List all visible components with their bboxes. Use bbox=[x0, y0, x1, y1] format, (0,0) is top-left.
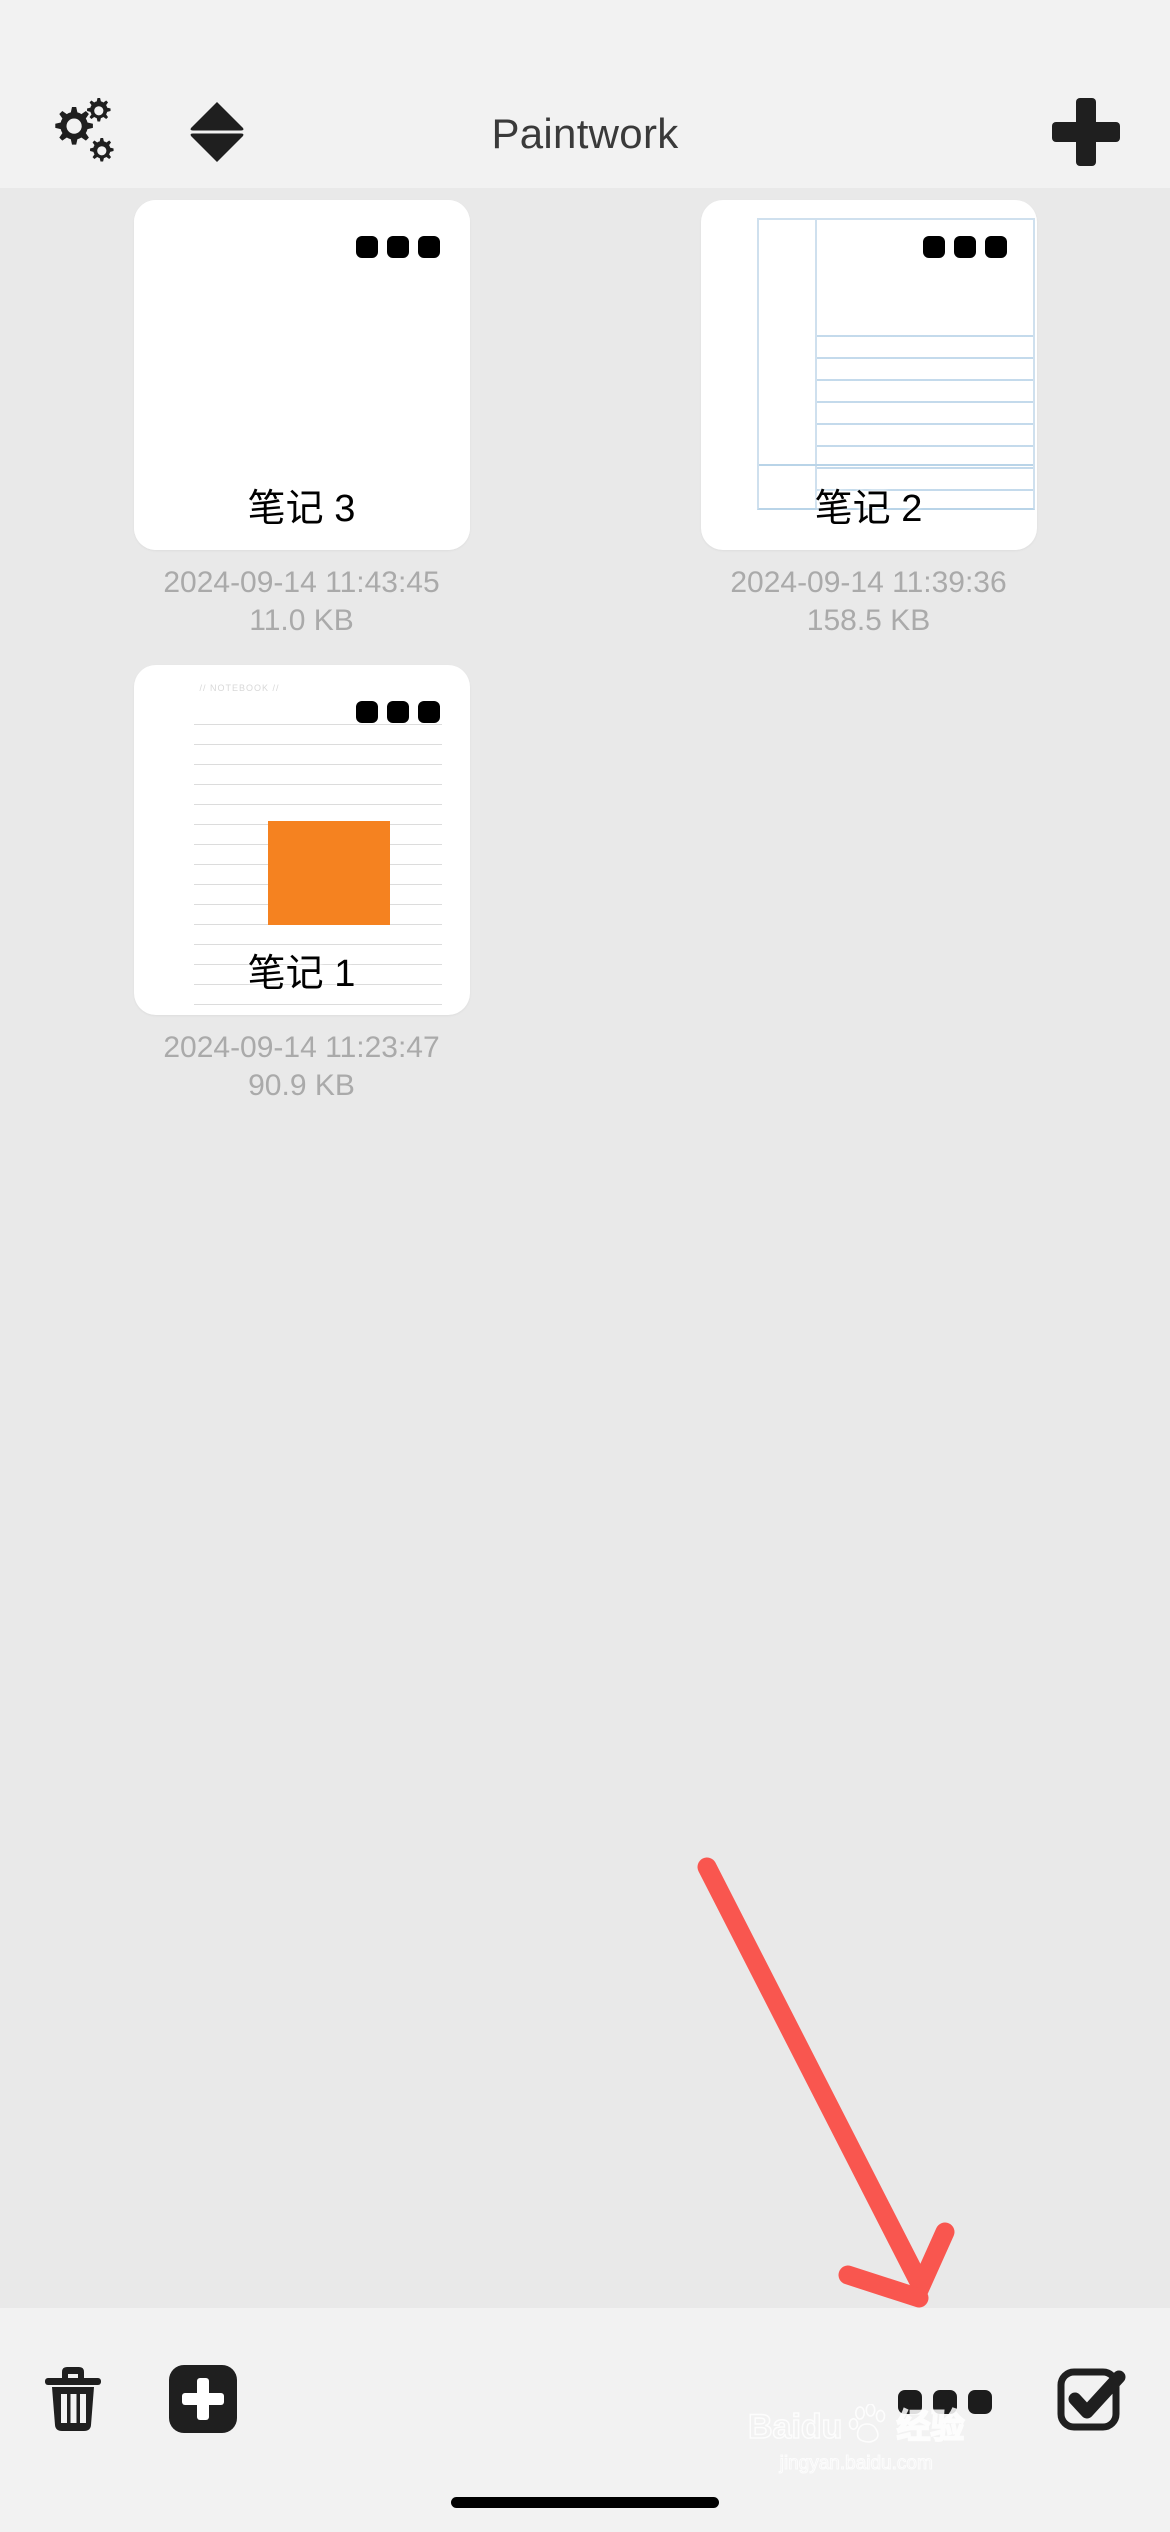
note-card-3[interactable]: 笔记 3 bbox=[133, 200, 470, 550]
notes-grid: 笔记 3 2024-09-14 11:43:45 11.0 KB 笔记 2 20… bbox=[0, 200, 1170, 1130]
more-dot bbox=[922, 236, 945, 258]
sort-updown-icon bbox=[186, 95, 248, 174]
gears-icon bbox=[46, 95, 124, 174]
trash-icon bbox=[44, 2366, 102, 2437]
more-dot bbox=[953, 236, 976, 258]
new-note-button[interactable] bbox=[1048, 94, 1124, 175]
note-title: 笔记 1 bbox=[247, 953, 356, 995]
more-dot bbox=[968, 2389, 992, 2414]
note-meta: 2024-09-14 11:23:47 90.9 KB bbox=[163, 1031, 440, 1102]
settings-button[interactable] bbox=[46, 95, 124, 174]
note-cell: 笔记 3 2024-09-14 11:43:45 11.0 KB bbox=[18, 200, 585, 639]
orange-rectangle-drawing bbox=[267, 821, 390, 925]
more-dot bbox=[417, 236, 440, 258]
home-indicator bbox=[451, 2497, 719, 2508]
checkbox-checked-icon bbox=[1056, 2364, 1126, 2439]
status-bar bbox=[0, 0, 1170, 80]
more-dot bbox=[386, 701, 409, 723]
footer-line bbox=[758, 464, 1033, 466]
toolbar-right-actions bbox=[898, 2364, 1126, 2439]
note-options-button-2[interactable] bbox=[922, 236, 1007, 258]
notebook-header-text: // NOTEBOOK // bbox=[199, 683, 280, 693]
notes-content: 笔记 3 2024-09-14 11:43:45 11.0 KB 笔记 2 20… bbox=[0, 188, 1170, 2188]
toolbar-left-actions bbox=[44, 2364, 238, 2439]
more-dot bbox=[417, 701, 440, 723]
add-square-icon bbox=[168, 2364, 238, 2439]
more-options-button[interactable] bbox=[898, 2389, 992, 2414]
add-button[interactable] bbox=[168, 2364, 238, 2439]
note-meta: 2024-09-14 11:39:36 158.5 KB bbox=[730, 566, 1007, 637]
note-meta: 2024-09-14 11:43:45 11.0 KB bbox=[163, 566, 440, 637]
more-dot bbox=[355, 236, 378, 258]
select-all-button[interactable] bbox=[1056, 2364, 1126, 2439]
note-options-button-3[interactable] bbox=[355, 236, 440, 258]
more-dot bbox=[386, 236, 409, 258]
note-cell: 笔记 2 2024-09-14 11:39:36 158.5 KB bbox=[585, 200, 1152, 639]
delete-button[interactable] bbox=[44, 2366, 102, 2437]
header-left-actions bbox=[46, 95, 248, 174]
plus-icon bbox=[1048, 97, 1124, 174]
note-title: 笔记 2 bbox=[814, 488, 923, 530]
app-header: Paintwork bbox=[0, 80, 1170, 188]
note-card-1[interactable]: // NOTEBOOK // 笔记 1 bbox=[133, 665, 470, 1015]
note-cell: // NOTEBOOK // 笔记 1 2024-09-14 11:23:47 … bbox=[18, 665, 585, 1104]
more-dot bbox=[355, 701, 378, 723]
note-options-button-1[interactable] bbox=[355, 701, 440, 723]
more-dot bbox=[984, 236, 1007, 258]
more-dot bbox=[933, 2389, 957, 2414]
note-card-2[interactable]: 笔记 2 bbox=[700, 200, 1037, 550]
note-thumbnail-blue-ruled bbox=[756, 218, 1035, 510]
more-dot bbox=[898, 2389, 922, 2414]
sort-button[interactable] bbox=[186, 95, 248, 174]
note-title: 笔记 3 bbox=[247, 488, 356, 530]
